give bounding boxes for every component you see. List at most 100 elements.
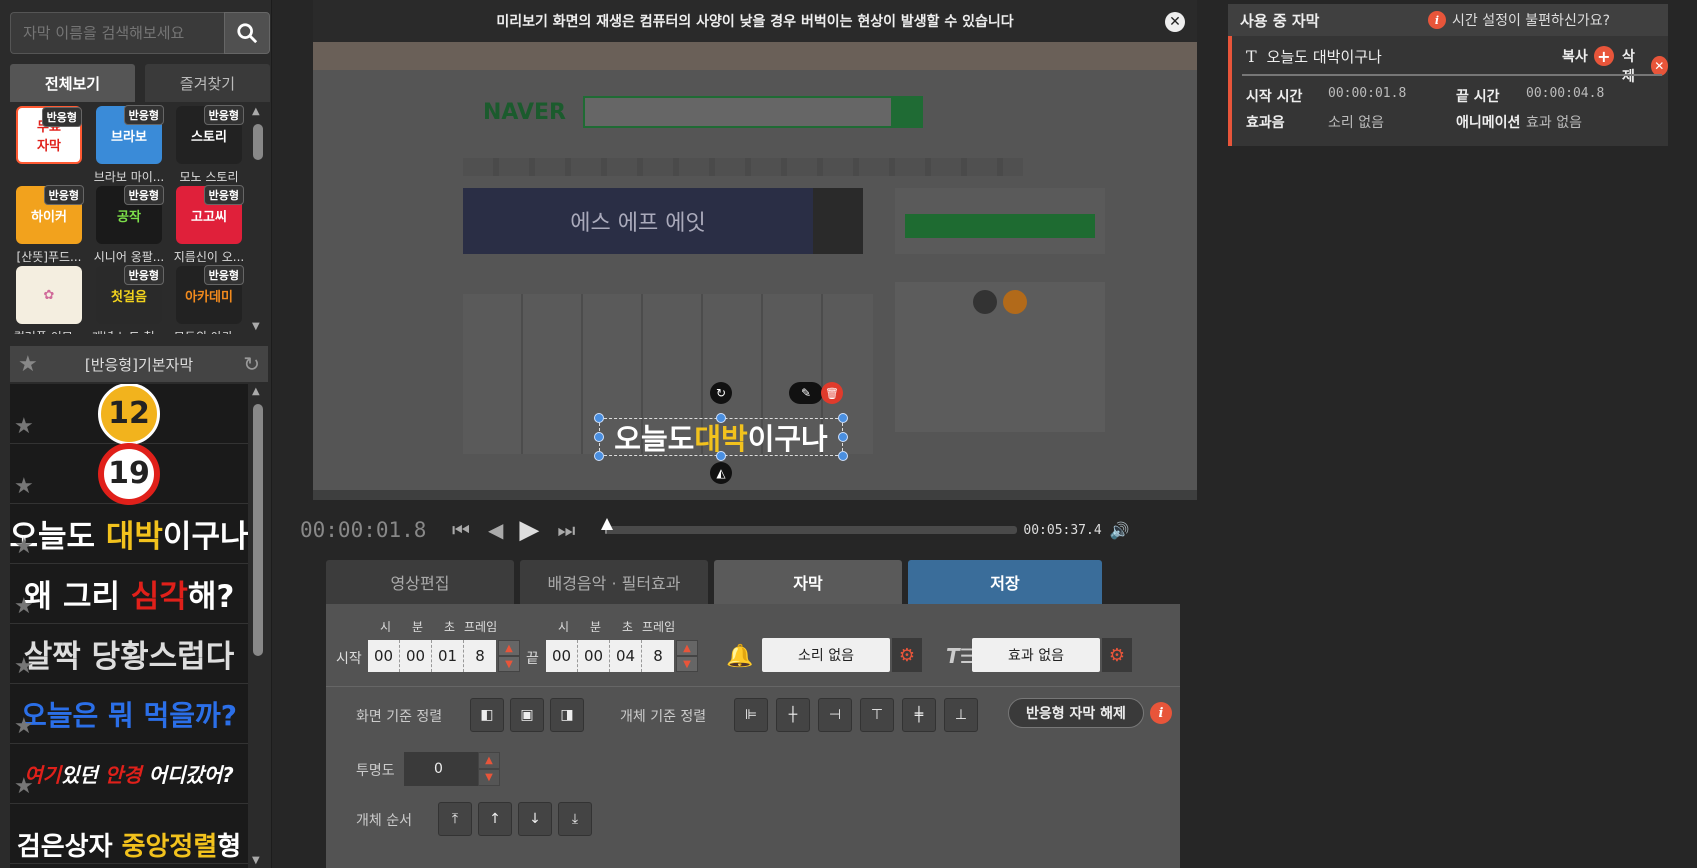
volume-icon[interactable]: 🔊 — [1110, 521, 1130, 540]
align-right-icon[interactable]: ⊣ — [818, 698, 852, 732]
star-icon[interactable]: ★ — [14, 594, 34, 619]
timeline-progress[interactable] — [601, 518, 1018, 534]
preset-item[interactable]: 12 ★ — [10, 384, 248, 445]
release-responsive-button[interactable]: 반응형 자막 해제 — [1008, 698, 1144, 728]
align-bottom-icon[interactable]: ⊥ — [944, 698, 978, 732]
resize-handle[interactable] — [838, 413, 848, 423]
resize-handle[interactable] — [594, 432, 604, 442]
sound-gear-icon[interactable]: ⚙ — [892, 638, 922, 672]
start-hour-field[interactable]: 00 — [368, 640, 400, 672]
video-preview[interactable]: 미리보기 화면의 재생은 컴퓨터의 사양이 낮을 경우 버벅이는 현상이 발생할… — [313, 0, 1197, 500]
align-top-icon[interactable]: ⊤ — [860, 698, 894, 732]
start-stepper[interactable]: ▲ ▼ — [498, 640, 520, 672]
end-minute-field[interactable]: 00 — [578, 640, 610, 672]
align-middle-icon[interactable]: ╪ — [902, 698, 936, 732]
star-icon[interactable]: ★ — [14, 414, 34, 439]
stepper-up-icon[interactable]: ▲ — [498, 640, 520, 656]
delete-button[interactable]: 삭제 ✕ — [1622, 46, 1668, 86]
send-backward-icon[interactable]: ↓ — [518, 802, 552, 836]
tab-save[interactable]: 저장 — [908, 560, 1102, 604]
align-screen-center-icon[interactable]: ▣ — [510, 698, 544, 732]
search-button[interactable] — [224, 12, 270, 54]
trash-icon[interactable]: 🗑 — [821, 382, 843, 404]
end-stepper[interactable]: ▲ ▼ — [676, 640, 698, 672]
effect-select[interactable]: 효과 없음 — [972, 638, 1100, 672]
resize-handle[interactable] — [594, 451, 604, 461]
tab-bgm-filter[interactable]: 배경음악 · 필터효과 — [520, 560, 708, 604]
template-thumb[interactable]: 첫걸음반응형개념 노트 첫... — [90, 265, 168, 334]
scroll-thumb[interactable] — [253, 404, 263, 656]
align-screen-right-icon[interactable]: ◨ — [550, 698, 584, 732]
template-thumb[interactable]: 공작 반응형 시니어 옹팔... — [90, 185, 168, 266]
end-second-field[interactable]: 04 — [610, 640, 642, 672]
used-subtitle-item[interactable]: T 오늘도 대박이구나 복사 + 삭제 ✕ 시작 시간 00:00:01.8 끝… — [1228, 36, 1668, 146]
end-frame-field[interactable]: 8 — [642, 640, 674, 672]
copy-button[interactable]: 복사 + — [1562, 46, 1614, 66]
template-thumb[interactable]: 하이커 반응형 [산뜻]푸드... — [10, 185, 88, 266]
stepper-down-icon[interactable]: ▼ — [676, 656, 698, 672]
star-icon[interactable]: ★ — [14, 654, 34, 679]
style-icon[interactable]: ✎ — [789, 382, 823, 404]
resize-handle[interactable] — [838, 451, 848, 461]
scroll-thumb[interactable] — [253, 124, 263, 160]
progress-knob[interactable] — [601, 518, 614, 530]
star-icon[interactable]: ★ — [18, 352, 38, 377]
info-icon[interactable]: i — [1150, 702, 1172, 724]
template-thumb[interactable]: 스토리 반응형 모노 스토리 — [170, 105, 248, 186]
stepper-down-icon[interactable]: ▼ — [478, 769, 500, 786]
preset-item[interactable]: 오늘은 뭐 먹을까? ★ — [10, 684, 248, 744]
play-icon[interactable]: ▶ — [519, 515, 539, 545]
effect-gear-icon[interactable]: ⚙ — [1102, 638, 1132, 672]
star-icon[interactable]: ★ — [14, 714, 34, 739]
template-thumb[interactable]: ✿ 컬러풀 이모... — [10, 266, 88, 334]
send-to-back-icon[interactable]: ⤓ — [558, 802, 592, 836]
preset-item[interactable]: 검은상자 중앙정렬형 — [10, 804, 248, 864]
resize-handle[interactable] — [838, 432, 848, 442]
scroll-down-icon[interactable]: ▼ — [252, 321, 260, 332]
skip-start-icon[interactable]: ⏮ — [452, 518, 470, 542]
start-second-field[interactable]: 01 — [432, 640, 464, 672]
stepper-up-icon[interactable]: ▲ — [676, 640, 698, 656]
step-forward-icon[interactable]: ⏭ — [557, 518, 575, 542]
align-screen-left-icon[interactable]: ◧ — [470, 698, 504, 732]
sound-select[interactable]: 소리 없음 — [762, 638, 890, 672]
preset-list-scrollbar[interactable]: ▲ ▼ — [250, 384, 266, 868]
stepper-up-icon[interactable]: ▲ — [478, 752, 500, 769]
time-help-link[interactable]: i 시간 설정이 불편하신가요? — [1428, 10, 1610, 30]
step-back-icon[interactable]: ◀︎ — [488, 518, 503, 542]
preset-item[interactable]: 왜 그리 심각해? ★ — [10, 564, 248, 624]
reset-icon[interactable]: ↻ — [243, 352, 260, 376]
opacity-stepper[interactable]: ▲ ▼ — [478, 752, 500, 786]
scroll-down-icon[interactable]: ▼ — [252, 855, 260, 866]
flip-icon[interactable]: ◭ — [710, 462, 732, 484]
align-center-icon[interactable]: ┼ — [776, 698, 810, 732]
star-icon[interactable]: ★ — [14, 774, 34, 799]
end-hour-field[interactable]: 00 — [546, 640, 578, 672]
tab-all[interactable]: 전체보기 — [10, 64, 135, 102]
template-thumb[interactable]: 브라보 반응형 브라보 마이... — [90, 105, 168, 186]
template-thumb[interactable]: 아카데미반응형모두의 아카... — [170, 265, 248, 334]
start-minute-field[interactable]: 00 — [400, 640, 432, 672]
rotate-icon[interactable]: ↻ — [710, 382, 732, 404]
resize-handle[interactable] — [594, 413, 604, 423]
preset-item[interactable]: 여기있던 안경 어디갔어? ★ — [10, 744, 248, 804]
scroll-up-icon[interactable]: ▲ — [252, 386, 260, 397]
template-thumb[interactable]: 무료 자막 반응형 — [10, 106, 88, 186]
preset-item[interactable]: 오늘도 대박이구나 ★ — [10, 504, 248, 564]
search-input[interactable] — [10, 12, 224, 54]
preset-item[interactable]: 19 ★ — [10, 442, 248, 505]
bring-forward-icon[interactable]: ↑ — [478, 802, 512, 836]
template-thumb[interactable]: 고고씨 반응형 지름신이 오... — [170, 185, 248, 266]
tab-favorites[interactable]: 즐겨찾기 — [145, 64, 270, 102]
stepper-down-icon[interactable]: ▼ — [498, 656, 520, 672]
start-frame-field[interactable]: 8 — [464, 640, 496, 672]
tab-video-edit[interactable]: 영상편집 — [326, 560, 514, 604]
scroll-up-icon[interactable]: ▲ — [252, 106, 260, 117]
bring-to-front-icon[interactable]: ⤒ — [438, 802, 472, 836]
star-icon[interactable]: ★ — [14, 474, 34, 499]
tab-subtitle[interactable]: 자막 — [714, 560, 902, 604]
close-notice-icon[interactable]: ✕ — [1165, 12, 1185, 32]
align-left-icon[interactable]: ⊫ — [734, 698, 768, 732]
template-grid-scrollbar[interactable]: ▲ ▼ — [250, 104, 266, 334]
opacity-input[interactable]: 0 — [404, 752, 478, 786]
